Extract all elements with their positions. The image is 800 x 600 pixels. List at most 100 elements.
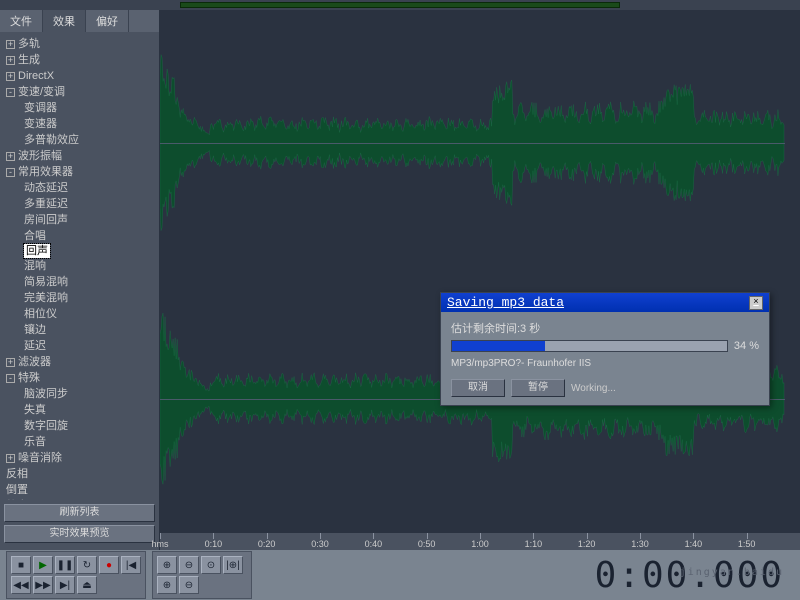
tree-item-label: 动态延迟 [24, 182, 68, 194]
tree-item[interactable]: 镶边 [2, 322, 157, 338]
tree-item[interactable]: 合唱 [2, 228, 157, 244]
watermark: jingyan.baidu [680, 567, 784, 578]
tree-item[interactable]: +生成 [2, 52, 157, 68]
tab-preferences[interactable]: 偏好 [86, 10, 129, 32]
zoom-out-horizontal-button[interactable]: ⊖ [179, 576, 199, 594]
tree-item-label: DirectX [18, 70, 54, 82]
sidebar-tabs: 文件 效果 偏好 [0, 10, 159, 32]
tree-item[interactable]: +滤波器 [2, 354, 157, 370]
tree-item-label: 完美混响 [24, 292, 68, 304]
tree-item[interactable]: 脑波同步 [2, 386, 157, 402]
goto-begin-button[interactable]: |◀ [121, 556, 141, 574]
fastforward-button[interactable]: ▶▶ [33, 576, 53, 594]
rewind-button[interactable]: ◀◀ [11, 576, 31, 594]
tree-item[interactable]: +噪音消除 [2, 450, 157, 466]
pause-button[interactable]: ❚❚ [55, 556, 75, 574]
ruler-tick-label: 0:40 [365, 539, 383, 549]
tree-item[interactable]: 回声 [24, 244, 50, 258]
goto-end-button[interactable]: ▶| [55, 576, 75, 594]
tab-file[interactable]: 文件 [0, 10, 43, 32]
tree-item[interactable]: 变调器 [2, 100, 157, 116]
play-button[interactable]: ▶ [33, 556, 53, 574]
expand-icon[interactable]: + [6, 152, 15, 161]
time-ruler[interactable]: hms0:100:200:300:400:501:001:101:201:301… [160, 532, 800, 550]
realtime-preview-button[interactable]: 实时效果预览 [4, 525, 155, 543]
tree-item[interactable]: 乐音 [2, 434, 157, 450]
pause-saving-button[interactable]: 暂停 [511, 379, 565, 397]
record-button[interactable]: ● [99, 556, 119, 574]
collapse-icon[interactable]: - [6, 374, 15, 383]
tree-item[interactable]: -特殊 [2, 370, 157, 386]
tree-item-label: 镶边 [24, 324, 46, 336]
expand-icon[interactable]: + [6, 56, 15, 65]
tree-item-label: 噪音消除 [18, 452, 62, 464]
tab-effects[interactable]: 效果 [43, 10, 86, 32]
tree-item[interactable]: +波形振幅 [2, 148, 157, 164]
tree-item[interactable]: +多轨 [2, 36, 157, 52]
waveform-channel-left[interactable] [160, 20, 785, 265]
tree-item-label: 多重延迟 [24, 198, 68, 210]
close-icon[interactable]: × [749, 296, 763, 310]
tree-item[interactable]: 多普勒效应 [2, 132, 157, 148]
expand-icon[interactable]: + [6, 358, 15, 367]
tree-item-label: 失真 [24, 404, 46, 416]
tree-item[interactable]: 多重延迟 [2, 196, 157, 212]
saving-dialog: Saving mp3 data × 估计剩余时间:3 秒 34 % MP3/mp… [440, 292, 770, 406]
tree-item-label: 数字回旋 [24, 420, 68, 432]
expand-icon[interactable]: + [6, 454, 15, 463]
status-label: Working... [571, 383, 616, 394]
tree-item[interactable]: +DirectX [2, 68, 157, 84]
eta-label: 估计剩余时间:3 秒 [451, 320, 759, 336]
effects-sidebar: 文件 效果 偏好 +多轨+生成+DirectX-变速/变调变调器变速器多普勒效应… [0, 10, 160, 550]
tree-item-label: 滤波器 [18, 356, 51, 368]
tree-item[interactable]: 动态延迟 [2, 180, 157, 196]
bottom-toolbar: ■ ▶ ❚❚ ↻ ● |◀ ◀◀ ▶▶ ▶| ⏏ ⊕ ⊖ ⊙ |⊕| ⊕ ⊖ 0… [0, 550, 800, 600]
tree-item-label: 生成 [18, 54, 40, 66]
expand-icon[interactable]: + [6, 40, 15, 49]
zoom-in-button[interactable]: ⊕ [157, 556, 177, 574]
collapse-icon[interactable]: - [6, 88, 15, 97]
eject-button[interactable]: ⏏ [77, 576, 97, 594]
tree-item-label: 变速/变调 [18, 86, 65, 98]
tree-item[interactable]: -常用效果器 [2, 164, 157, 180]
tree-item[interactable]: 混响 [2, 258, 157, 274]
ruler-tick-label: hms [151, 539, 168, 549]
tree-item[interactable]: 反相 [2, 466, 157, 482]
tree-item[interactable]: 简易混响 [2, 274, 157, 290]
effects-tree[interactable]: +多轨+生成+DirectX-变速/变调变调器变速器多普勒效应+波形振幅-常用效… [0, 32, 159, 500]
tree-item-label: 变速器 [24, 118, 57, 130]
tree-item-label: 混响 [24, 260, 46, 272]
stop-button[interactable]: ■ [11, 556, 31, 574]
waveform-area[interactable]: hms0:100:200:300:400:501:001:101:201:301… [160, 10, 800, 550]
ruler-tick-label: 1:20 [578, 539, 596, 549]
tree-item[interactable]: 数字回旋 [2, 418, 157, 434]
loop-button[interactable]: ↻ [77, 556, 97, 574]
refresh-list-button[interactable]: 刷新列表 [4, 504, 155, 522]
ruler-tick-label: 0:30 [311, 539, 329, 549]
tree-item[interactable]: 倒置 [2, 482, 157, 498]
expand-icon[interactable]: + [6, 72, 15, 81]
progress-bar [451, 340, 728, 352]
cancel-button[interactable]: 取消 [451, 379, 505, 397]
tree-item-label: 简易混响 [24, 276, 68, 288]
tree-item[interactable]: 完美混响 [2, 290, 157, 306]
zoom-controls: ⊕ ⊖ ⊙ |⊕| ⊕ ⊖ [152, 551, 252, 599]
ruler-tick-label: 0:10 [205, 539, 223, 549]
dialog-title-bar[interactable]: Saving mp3 data × [441, 293, 769, 312]
zoom-selection-button[interactable]: |⊕| [223, 556, 243, 574]
zoom-in-horizontal-button[interactable]: ⊕ [157, 576, 177, 594]
ruler-tick-label: 1:50 [738, 539, 756, 549]
tree-item[interactable]: 变速器 [2, 116, 157, 132]
ruler-tick-label: 1:40 [685, 539, 703, 549]
tree-item-label: 常用效果器 [18, 166, 73, 178]
tree-item[interactable]: 房间回声 [2, 212, 157, 228]
zoom-out-button[interactable]: ⊖ [179, 556, 199, 574]
codec-label: MP3/mp3PRO?- Fraunhofer IIS [451, 358, 759, 369]
collapse-icon[interactable]: - [6, 168, 15, 177]
zoom-fit-button[interactable]: ⊙ [201, 556, 221, 574]
tree-item-label: 合唱 [24, 230, 46, 242]
tree-item[interactable]: 失真 [2, 402, 157, 418]
tree-item[interactable]: 相位仪 [2, 306, 157, 322]
tree-item[interactable]: 延迟 [2, 338, 157, 354]
tree-item[interactable]: -变速/变调 [2, 84, 157, 100]
